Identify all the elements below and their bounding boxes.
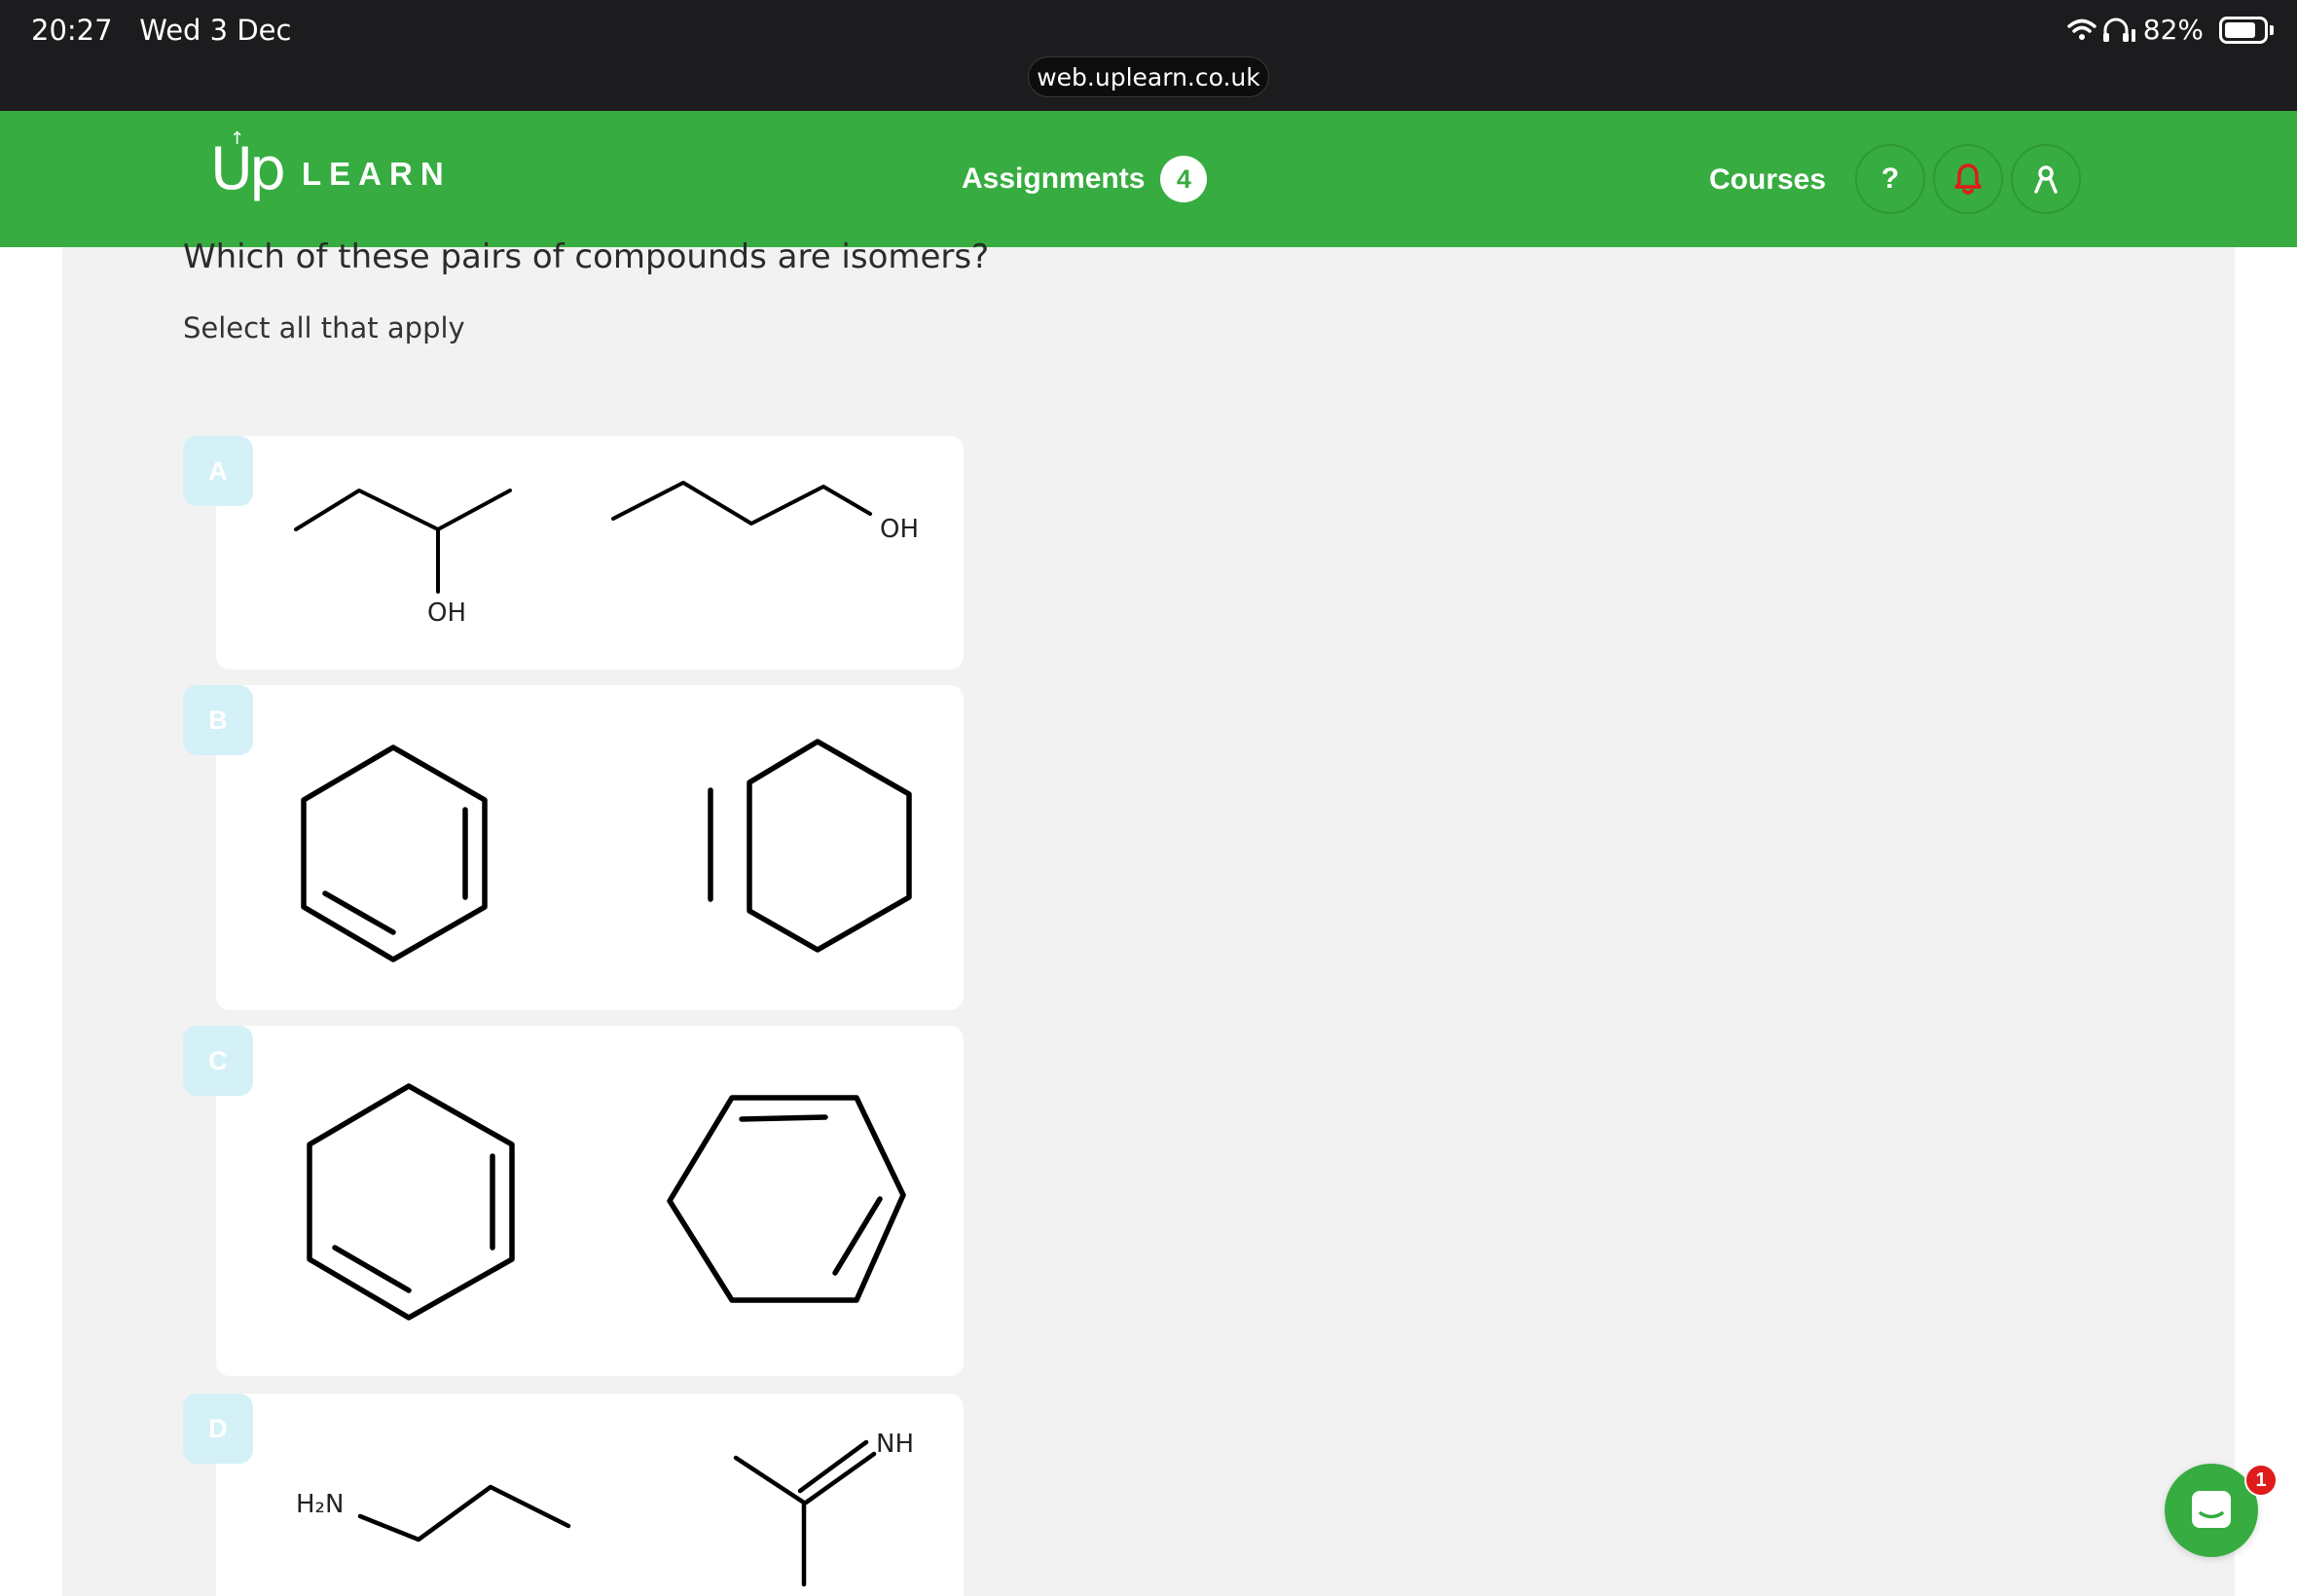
ring-double-bond (739, 1114, 828, 1122)
profile-button[interactable] (2011, 144, 2081, 214)
bell-icon (1954, 163, 1982, 195)
option-d-card[interactable]: H₂N NH (216, 1394, 964, 1596)
status-bar: 20:27 Wed 3 Dec 82% web.uplearn.co.uk (0, 0, 2297, 111)
option-b-structures (301, 739, 912, 962)
question-text: Which of these pairs of compounds are is… (183, 237, 990, 276)
butan-2-ol-skeleton (294, 489, 512, 531)
option-b-card[interactable] (216, 685, 964, 1010)
ring-double-bond (332, 1245, 412, 1293)
wifi-icon (2067, 18, 2096, 40)
option-b-badge[interactable]: B (183, 685, 253, 755)
notifications-button[interactable] (1933, 144, 2003, 214)
battery-level (2225, 21, 2256, 38)
help-button[interactable]: ? (1855, 144, 1925, 214)
status-time: 20:27 Wed 3 Dec (31, 14, 291, 47)
assignments-link[interactable]: Assignments 4 (962, 156, 1208, 202)
clock-time: 20:27 (31, 14, 113, 47)
option-d-structures: H₂N NH (296, 1430, 914, 1587)
user-icon (2034, 165, 2058, 194)
cyclohexa-1-3-diene-ring (301, 744, 488, 962)
option-a-label-2: OH (880, 515, 919, 544)
headphones-icon (2102, 18, 2135, 42)
status-indicators: 82% (2067, 14, 2274, 46)
assignments-label: Assignments (962, 163, 1146, 195)
uplearn-logo[interactable]: ↑ Up LEARN (210, 130, 452, 200)
propylamine-skeleton (357, 1484, 571, 1542)
battery-icon (2219, 16, 2268, 44)
logo-learn: LEARN (302, 156, 452, 192)
butan-1-ol-skeleton (611, 481, 872, 526)
option-a-card[interactable]: OH OH (216, 436, 964, 670)
option-c-badge[interactable]: C (183, 1026, 253, 1096)
app-header: ↑ Up LEARN Assignments 4 Courses ? (0, 111, 2297, 247)
option-d-label-1: H₂N (296, 1490, 344, 1519)
option-c-structures (307, 1083, 906, 1321)
logo-arrow-icon: ↑ (230, 128, 244, 149)
assignments-count-badge: 4 (1160, 156, 1208, 202)
courses-link[interactable]: Courses (1709, 163, 1826, 197)
help-icon: ? (1880, 163, 1900, 195)
logo-up: ↑ Up (210, 130, 286, 200)
option-d-label-2: NH (876, 1430, 914, 1459)
methylenecyclohexane-ring (747, 739, 912, 953)
logo-up-text: Up (210, 135, 286, 203)
cyclohexa-1-4-diene-ring (667, 1095, 906, 1303)
question-instruction: Select all that apply (183, 311, 465, 345)
imine-methyl-bond (733, 1455, 807, 1505)
cyclohexa-1-3-diene-ring (307, 1083, 515, 1321)
option-a-structures: OH OH (294, 481, 919, 628)
battery-tip (2270, 24, 2274, 35)
option-c-card[interactable] (216, 1026, 964, 1376)
battery-percent: 82% (2142, 14, 2204, 46)
option-d-badge[interactable]: D (183, 1394, 253, 1464)
option-a-badge[interactable]: A (183, 436, 253, 506)
option-a-label-1: OH (427, 598, 466, 628)
clock-date: Wed 3 Dec (139, 14, 292, 47)
chat-unread-badge: 1 (2244, 1464, 2278, 1497)
url-bar[interactable]: web.uplearn.co.uk (1028, 56, 1269, 97)
chat-icon (2192, 1491, 2231, 1528)
